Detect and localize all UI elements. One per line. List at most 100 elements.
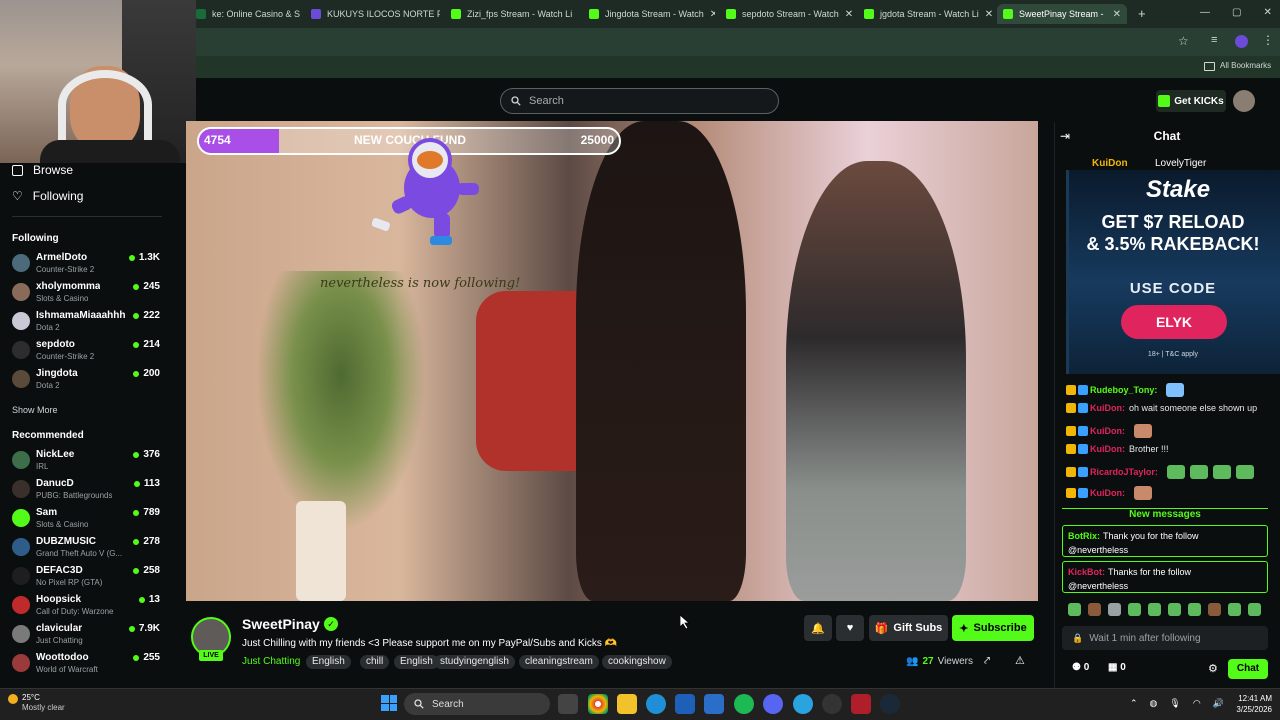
chevron-up-icon[interactable]: ⌃ <box>1130 698 1138 709</box>
bot-username[interactable]: KickBot: <box>1068 567 1105 577</box>
channel-item[interactable]: sepdoto Counter-Strike 2 214 <box>12 339 160 365</box>
media-icon[interactable]: ≡ <box>1211 34 1217 46</box>
channel-item[interactable]: DEFAC3D No Pixel RP (GTA) 258 <box>12 565 160 591</box>
stream-tag[interactable]: English <box>394 655 439 669</box>
channel-item[interactable]: NickLee IRL 376 <box>12 449 160 475</box>
ad-code-button[interactable]: ELYK <box>1121 305 1227 339</box>
channel-item[interactable]: Hoopsick Call of Duty: Warzone 13 <box>12 594 160 620</box>
gift-subs-button[interactable]: 🎁 Gift Subs <box>869 615 948 641</box>
subscribe-button[interactable]: ✦ Subscribe <box>952 615 1034 641</box>
chat-username[interactable]: Rudeboy_Tony: <box>1090 385 1157 395</box>
app-icon[interactable] <box>851 694 871 714</box>
mic-icon[interactable]: 🎙 <box>1169 698 1180 709</box>
user-avatar[interactable] <box>1233 90 1255 112</box>
emote-icon[interactable] <box>1068 603 1081 616</box>
get-kicks-button[interactable]: Get KICKs <box>1156 90 1226 112</box>
search-input[interactable]: Search <box>500 88 779 114</box>
share-icon[interactable]: ⤤ <box>984 655 990 668</box>
volume-icon[interactable]: 🔊 <box>1213 698 1224 709</box>
nav-following[interactable]: ♡ Following <box>12 189 83 203</box>
chat-points-b[interactable]: ▦ 0 <box>1108 662 1126 673</box>
emote-icon[interactable] <box>1108 603 1121 616</box>
bookmark-star-icon[interactable]: ☆ <box>1178 34 1189 48</box>
close-window-icon[interactable]: ✕ <box>1263 7 1271 18</box>
channel-item[interactable]: DUBZMUSIC Grand Theft Auto V (G... 278 <box>12 536 160 562</box>
browser-tab[interactable]: Zizi_fps Stream - Watch Li✕ <box>445 4 577 24</box>
stream-tag[interactable]: studyingenglish <box>434 655 515 669</box>
chat-username[interactable]: RicardoJTaylor: <box>1090 467 1158 477</box>
stream-tag[interactable]: cleaningstream <box>519 655 599 669</box>
profile-icon[interactable] <box>1235 35 1248 48</box>
close-tab-icon[interactable]: ✕ <box>985 9 993 20</box>
close-tab-icon[interactable]: ✕ <box>710 9 715 20</box>
stream-tag[interactable]: English <box>306 655 351 669</box>
obs-icon[interactable] <box>822 694 842 714</box>
emote-icon[interactable] <box>1248 603 1261 616</box>
taskbar-search[interactable]: Search <box>404 693 550 715</box>
network-icon[interactable]: ◍ <box>1150 698 1158 709</box>
chat-username[interactable]: KuiDon: <box>1090 444 1125 454</box>
stream-category[interactable]: Just Chatting <box>242 656 300 667</box>
emote-icon[interactable] <box>1208 603 1221 616</box>
task-view-icon[interactable] <box>558 694 578 714</box>
chat-username[interactable]: KuiDon: <box>1090 426 1125 436</box>
steam-icon[interactable] <box>880 694 900 714</box>
wifi-icon[interactable]: ◠ <box>1193 698 1201 709</box>
chat-points-a[interactable]: ⚉ 0 <box>1072 662 1089 673</box>
stream-tag[interactable]: cookingshow <box>602 655 672 669</box>
stream-tag[interactable]: chill <box>360 655 390 669</box>
store-icon[interactable] <box>675 694 695 714</box>
new-tab-button[interactable]: + <box>1138 6 1146 21</box>
windows-start-icon[interactable] <box>381 695 397 711</box>
all-bookmarks[interactable]: All Bookmarks <box>1220 61 1271 70</box>
menu-icon[interactable]: ⋮ <box>1262 33 1274 47</box>
close-tab-icon[interactable]: ✕ <box>1113 9 1121 20</box>
chrome-icon[interactable] <box>588 694 608 714</box>
browser-tab[interactable]: ke: Online Casino & Sp✕ <box>190 4 300 24</box>
browser-tab[interactable]: jgdota Stream - Watch Li ✕ <box>858 4 993 24</box>
taskbar-clock[interactable]: 12:41 AM 3/25/2026 <box>1228 693 1272 715</box>
follow-button[interactable]: ♥ <box>836 615 864 641</box>
channel-item[interactable]: clavicular Just Chatting 7.9K <box>12 623 160 649</box>
show-more-button[interactable]: Show More <box>12 405 58 415</box>
telegram-icon[interactable] <box>793 694 813 714</box>
streamer-name[interactable]: SweetPinay <box>242 616 320 632</box>
emote-icon[interactable] <box>1188 603 1201 616</box>
chat-input[interactable]: 🔒 Wait 1 min after following <box>1062 626 1268 650</box>
channel-item[interactable]: IshmamaMiaaahhh Dota 2 222 <box>12 310 160 336</box>
edge-icon[interactable] <box>646 694 666 714</box>
channel-item[interactable]: ArmelDoto Counter-Strike 2 1.3K <box>12 252 160 278</box>
emote-icon[interactable] <box>1128 603 1141 616</box>
browser-tab[interactable]: Jingdota Stream - Watch ✕ <box>583 4 715 24</box>
emote-icon[interactable] <box>1168 603 1181 616</box>
file-explorer-icon[interactable] <box>617 694 637 714</box>
maximize-icon[interactable]: ▢ <box>1232 7 1241 18</box>
chat-username[interactable]: KuiDon: <box>1090 403 1125 413</box>
emote-icon[interactable] <box>1148 603 1161 616</box>
video-player[interactable] <box>186 121 1038 601</box>
channel-item[interactable]: Woottodoo World of Warcraft 255 <box>12 652 160 678</box>
chat-send-button[interactable]: Chat <box>1228 659 1268 679</box>
emote-icon[interactable] <box>1088 603 1101 616</box>
pinned-username[interactable]: KuiDon <box>1092 158 1128 169</box>
browser-tab[interactable]: SweetPinay Stream - ✕ <box>997 4 1127 24</box>
close-tab-icon[interactable]: ✕ <box>845 9 852 20</box>
browser-tab[interactable]: KUKUYS ILOCOS NORTE F✕ <box>305 4 440 24</box>
bot-username[interactable]: BotRix: <box>1068 531 1100 541</box>
pinned-username-2[interactable]: LovelyTiger <box>1155 158 1206 169</box>
new-messages-divider[interactable]: New messages <box>1062 508 1268 520</box>
channel-item[interactable]: DanucD PUBG: Battlegrounds 113 <box>12 478 160 504</box>
discord-icon[interactable] <box>763 694 783 714</box>
minimize-icon[interactable]: — <box>1200 7 1210 18</box>
nav-browse[interactable]: Browse <box>12 163 73 177</box>
browser-tab[interactable]: sepdoto Stream - Watch ✕ <box>720 4 852 24</box>
chat-settings-icon[interactable]: ⚙ <box>1208 662 1218 675</box>
channel-item[interactable]: xholymomma Slots & Casino 245 <box>12 281 160 307</box>
notification-bell-button[interactable]: 🔔 <box>804 615 832 641</box>
outlook-icon[interactable] <box>704 694 724 714</box>
chat-username[interactable]: KuiDon: <box>1090 488 1125 498</box>
channel-item[interactable]: Sam Slots & Casino 789 <box>12 507 160 533</box>
spotify-icon[interactable] <box>734 694 754 714</box>
report-icon[interactable]: ⚠ <box>1015 654 1025 667</box>
channel-item[interactable]: Jingdota Dota 2 200 <box>12 368 160 394</box>
